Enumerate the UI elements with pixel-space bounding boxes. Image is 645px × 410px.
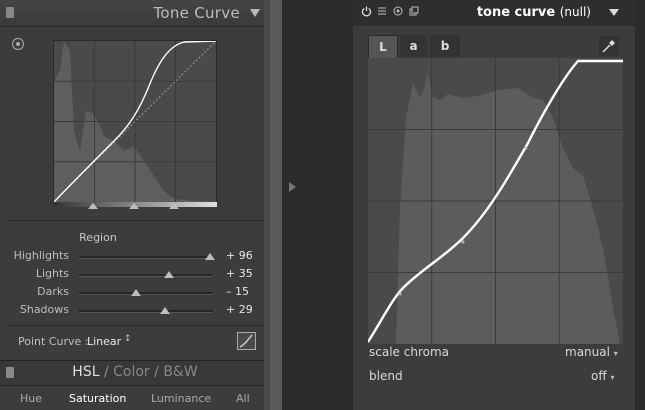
slider-track[interactable]: [79, 256, 213, 259]
scale-chroma-label: scale chroma: [369, 345, 449, 359]
blend-dropdown[interactable]: off ▾: [591, 369, 614, 383]
separator: /: [99, 364, 114, 380]
slider-track[interactable]: [79, 310, 213, 313]
instance-name: (null): [559, 5, 591, 19]
point-curve-select[interactable]: Linear: [87, 335, 121, 348]
color-picker-icon[interactable]: [599, 36, 619, 56]
module-title: tone curve (null): [477, 5, 591, 20]
scale-chroma-value[interactable]: manual: [565, 345, 610, 359]
target-adjustment-icon[interactable]: [12, 38, 24, 50]
tab-b-channel[interactable]: b: [430, 35, 460, 57]
module-expand-icon[interactable]: [609, 9, 619, 16]
hsl-tab-bar: Hue Saturation Luminance All: [0, 386, 270, 410]
collapse-arrow-icon[interactable]: [250, 9, 260, 17]
dropdown-caret-icon[interactable]: ▾: [610, 373, 614, 382]
slider-highlights[interactable]: Highlights + 96: [0, 249, 270, 266]
curve-node: [398, 292, 402, 296]
slider-value[interactable]: + 96: [226, 249, 253, 262]
slider-track[interactable]: [79, 274, 213, 277]
panel-title: Tone Curve: [153, 4, 240, 22]
slider-darks[interactable]: Darks – 15: [0, 285, 270, 302]
presets-icon[interactable]: [377, 6, 387, 19]
slider-thumb[interactable]: [164, 271, 175, 278]
tab-luminance[interactable]: Luminance: [151, 392, 211, 405]
slider-label: Shadows: [19, 303, 69, 316]
bw-link[interactable]: B&W: [163, 364, 197, 380]
slider-lights[interactable]: Lights + 35: [0, 267, 270, 284]
divider: [6, 220, 264, 221]
slider-label: Darks: [37, 285, 69, 298]
module-header[interactable]: tone curve (null): [353, 0, 635, 26]
power-icon[interactable]: [361, 6, 372, 20]
tab-l-channel[interactable]: L: [368, 35, 398, 58]
chevron-updown-icon[interactable]: ↕: [124, 334, 132, 344]
slider-label: Highlights: [13, 249, 69, 262]
scale-chroma-dropdown[interactable]: manual ▾: [565, 345, 618, 359]
point-curve-label: Point Curve :: [18, 335, 89, 348]
slider-thumb[interactable]: [205, 253, 216, 260]
tab-saturation[interactable]: Saturation: [69, 392, 126, 405]
split-point-midtones[interactable]: [129, 203, 139, 209]
blend-value[interactable]: off: [591, 369, 607, 383]
curve-edit-svg: [239, 334, 253, 348]
multi-instance-icon[interactable]: [409, 6, 419, 19]
region-label: Region: [79, 231, 117, 244]
tone-curve-header[interactable]: Tone Curve: [0, 0, 270, 27]
blend-label: blend: [369, 369, 403, 383]
hsl-header-title: HSL / Color / B&W: [0, 364, 270, 380]
tab-hue[interactable]: Hue: [20, 392, 42, 405]
split-point-highlights[interactable]: [169, 203, 179, 209]
slider-value[interactable]: – 15: [226, 285, 249, 298]
panel-toggle-icon[interactable]: [6, 7, 14, 18]
split-point-shadows[interactable]: [88, 203, 98, 209]
slider-thumb[interactable]: [130, 289, 141, 296]
module-name: tone curve: [476, 5, 556, 20]
reset-icon[interactable]: [393, 6, 403, 19]
slider-value[interactable]: + 35: [226, 267, 253, 280]
expand-arrow-icon[interactable]: [289, 182, 296, 192]
slider-shadows[interactable]: Shadows + 29: [0, 303, 270, 320]
tone-curve-svg: [366, 58, 623, 344]
tab-a-channel[interactable]: a: [400, 35, 427, 57]
panel-scrollbar[interactable]: [270, 0, 282, 410]
tab-all[interactable]: All: [236, 392, 250, 405]
tone-curve-svg: [53, 40, 217, 203]
dropdown-caret-icon[interactable]: ▾: [614, 349, 618, 358]
curve-node: [461, 240, 465, 244]
hsl-panel-header[interactable]: HSL / Color / B&W: [0, 360, 270, 386]
slider-thumb[interactable]: [160, 307, 171, 314]
color-link[interactable]: Color: [113, 364, 150, 380]
slider-value[interactable]: + 29: [226, 303, 253, 316]
hsl-link[interactable]: HSL: [72, 364, 99, 380]
edit-point-curve-icon[interactable]: [237, 332, 256, 350]
slider-label: Lights: [35, 267, 69, 280]
tone-curve-graph[interactable]: [53, 40, 217, 203]
curve-node: [524, 146, 528, 150]
slider-track[interactable]: [79, 292, 213, 295]
separator: /: [149, 364, 164, 380]
divider: [6, 325, 264, 326]
tone-curve-graph[interactable]: [366, 58, 623, 344]
